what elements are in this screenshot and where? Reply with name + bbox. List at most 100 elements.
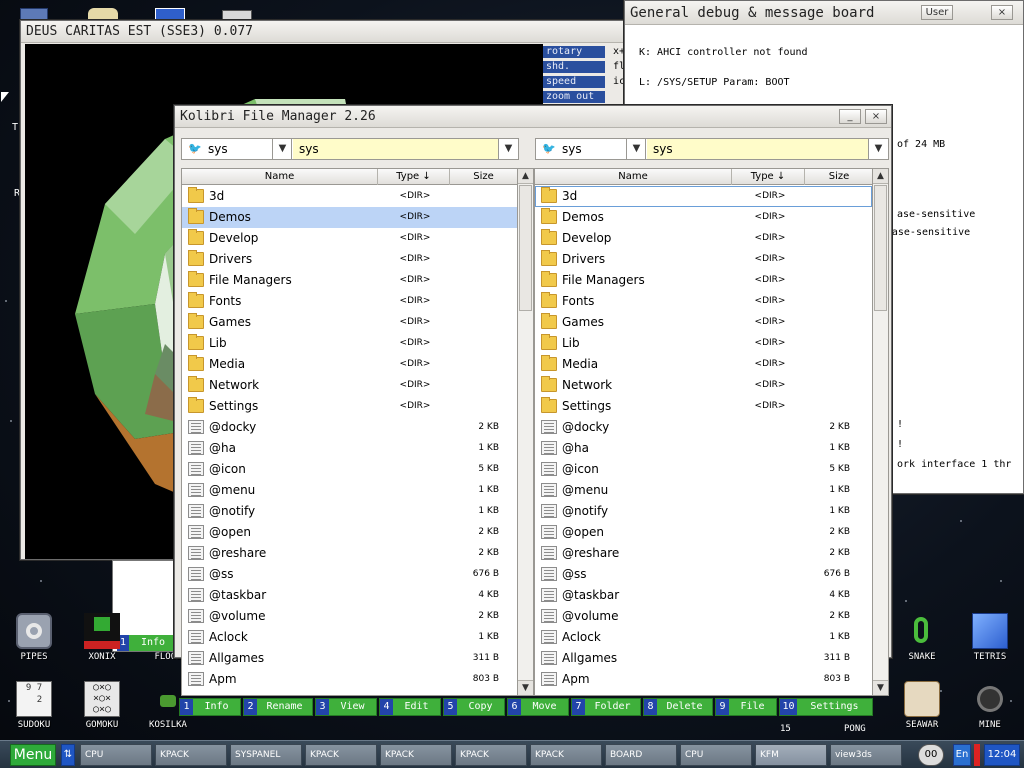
fkey-button[interactable]: 10 Settings: [779, 698, 873, 716]
table-row[interactable]: Lib <DIR>: [182, 333, 517, 354]
menu-button[interactable]: Menu: [10, 744, 56, 766]
scroll-up-icon[interactable]: ▲: [518, 169, 533, 184]
table-row[interactable]: Network <DIR>: [182, 375, 517, 396]
user-button[interactable]: User: [921, 5, 953, 20]
desktop-icon-pong-label[interactable]: PONG: [844, 724, 866, 734]
desktop-icon-pipes[interactable]: PIPES: [2, 613, 66, 662]
desktop-icon-mine[interactable]: MINE: [958, 681, 1022, 730]
debug-board-title[interactable]: General debug & message board: [625, 1, 1023, 25]
taskbar-item[interactable]: KPACK: [380, 744, 452, 766]
table-row[interactable]: Games <DIR>: [535, 312, 872, 333]
table-row[interactable]: Allgames 311 B: [182, 648, 517, 669]
table-row[interactable]: @ss 676 B: [182, 564, 517, 585]
speed-button[interactable]: speed: [543, 76, 605, 88]
table-row[interactable]: 3d <DIR>: [535, 186, 872, 207]
fkey-button[interactable]: 4 Edit: [379, 698, 441, 716]
chevron-down-icon[interactable]: ▼: [626, 139, 646, 159]
close-icon[interactable]: ×: [865, 109, 887, 124]
fkey-button[interactable]: 2 Rename: [243, 698, 313, 716]
clock[interactable]: 12:04: [984, 744, 1020, 766]
fkey-button[interactable]: 9 File: [715, 698, 777, 716]
desktop-icon-partial-3[interactable]: [155, 8, 185, 20]
task-switch-icon[interactable]: ⇅: [61, 744, 75, 766]
table-row[interactable]: Drivers <DIR>: [535, 249, 872, 270]
column-name[interactable]: Name: [535, 169, 732, 185]
scroll-up-icon[interactable]: ▲: [873, 169, 888, 184]
table-row[interactable]: @volume 2 KB: [535, 606, 872, 627]
column-size[interactable]: Size: [805, 169, 874, 185]
table-row[interactable]: File Managers <DIR>: [535, 270, 872, 291]
table-row[interactable]: @open 2 KB: [182, 522, 517, 543]
scroll-thumb[interactable]: [519, 185, 532, 311]
scroll-down-icon[interactable]: ▼: [873, 680, 888, 695]
table-row[interactable]: Fonts <DIR>: [535, 291, 872, 312]
table-row[interactable]: Lib <DIR>: [535, 333, 872, 354]
desktop-icon-sudoku[interactable]: 9 7 2 SUDOKU: [2, 681, 66, 730]
table-row[interactable]: @ss 676 B: [535, 564, 872, 585]
right-drive-select[interactable]: 🐦 sys ▼: [536, 139, 646, 159]
rotary-button[interactable]: rotary: [543, 46, 605, 58]
fkey-button[interactable]: 6 Move: [507, 698, 569, 716]
demo3d-title[interactable]: DEUS CARITAS EST (SSE3) 0.077: [21, 21, 627, 43]
table-row[interactable]: Aclock 1 KB: [535, 627, 872, 648]
table-row[interactable]: Apm 803 B: [182, 669, 517, 690]
file-manager-window[interactable]: Kolibri File Manager 2.26 _ × 🐦 sys ▼ sys …: [174, 105, 892, 716]
table-row[interactable]: Games <DIR>: [182, 312, 517, 333]
close-icon[interactable]: ×: [991, 5, 1013, 20]
keyboard-layout-indicator[interactable]: 00: [918, 744, 944, 766]
table-row[interactable]: @docky 2 KB: [182, 417, 517, 438]
desktop-icon-15-label[interactable]: 15: [780, 724, 791, 734]
scroll-down-icon[interactable]: ▼: [518, 680, 533, 695]
desktop-icon-tetris[interactable]: TETRIS: [958, 613, 1022, 662]
left-file-panel[interactable]: Name Type ↓ Size 3d <DIR> Demos <DIR> Develo…: [181, 168, 534, 696]
table-row[interactable]: @volume 2 KB: [182, 606, 517, 627]
taskbar-item[interactable]: KPACK: [155, 744, 227, 766]
fkey-button[interactable]: 5 Copy: [443, 698, 505, 716]
zoom-out-button[interactable]: zoom out: [543, 91, 605, 103]
taskbar-item[interactable]: KPACK: [530, 744, 602, 766]
column-size[interactable]: Size: [450, 169, 518, 185]
table-row[interactable]: @notify 1 KB: [182, 501, 517, 522]
desktop-icon-seawar[interactable]: SEAWAR: [890, 681, 954, 730]
table-row[interactable]: Develop <DIR>: [182, 228, 517, 249]
taskbar-item[interactable]: CPU: [80, 744, 152, 766]
chevron-down-icon[interactable]: ▼: [868, 139, 888, 159]
language-indicator[interactable]: En: [953, 744, 971, 766]
chevron-down-icon[interactable]: ▼: [498, 139, 518, 159]
table-row[interactable]: Fonts <DIR>: [182, 291, 517, 312]
table-row[interactable]: Demos <DIR>: [182, 207, 517, 228]
desktop-icon-snake[interactable]: SNAKE: [890, 613, 954, 662]
table-row[interactable]: Media <DIR>: [535, 354, 872, 375]
taskbar-item[interactable]: KPACK: [305, 744, 377, 766]
left-drive-select[interactable]: 🐦 sys ▼: [182, 139, 292, 159]
desktop-icon-partial-4[interactable]: [222, 10, 252, 20]
right-scrollbar[interactable]: ▲ ▼: [872, 169, 888, 695]
column-type[interactable]: Type ↓: [732, 169, 805, 185]
taskbar-item[interactable]: view3ds: [830, 744, 902, 766]
table-row[interactable]: @icon 5 KB: [535, 459, 872, 480]
table-row[interactable]: @menu 1 KB: [535, 480, 872, 501]
chevron-down-icon[interactable]: ▼: [272, 139, 292, 159]
table-row[interactable]: @docky 2 KB: [535, 417, 872, 438]
table-row[interactable]: Aclock 1 KB: [182, 627, 517, 648]
file-manager-title[interactable]: Kolibri File Manager 2.26: [175, 106, 891, 128]
table-row[interactable]: Settings <DIR>: [535, 396, 872, 417]
right-path-input[interactable]: sys: [647, 139, 868, 159]
minimize-icon[interactable]: _: [839, 109, 861, 124]
fkey-button[interactable]: 1 Info: [179, 698, 241, 716]
desktop-icon-gomoku[interactable]: ○×○ ×○× ○×○ GOMOKU: [70, 681, 134, 730]
fkey-button[interactable]: 7 Folder: [571, 698, 641, 716]
left-path-input[interactable]: sys: [293, 139, 498, 159]
taskbar-item[interactable]: KFM: [755, 744, 827, 766]
table-row[interactable]: Develop <DIR>: [535, 228, 872, 249]
taskbar-item[interactable]: BOARD: [605, 744, 677, 766]
desktop-icon-partial-2[interactable]: [88, 8, 118, 20]
right-file-panel[interactable]: Name Type ↓ Size 3d <DIR> Demos <DIR> Develo…: [534, 168, 889, 696]
table-row[interactable]: Network <DIR>: [535, 375, 872, 396]
fkey-button[interactable]: 3 View: [315, 698, 377, 716]
table-row[interactable]: @ha 1 KB: [182, 438, 517, 459]
table-row[interactable]: @taskbar 4 KB: [535, 585, 872, 606]
table-row[interactable]: 3d <DIR>: [182, 186, 517, 207]
table-row[interactable]: Settings <DIR>: [182, 396, 517, 417]
table-row[interactable]: Allgames 311 B: [535, 648, 872, 669]
